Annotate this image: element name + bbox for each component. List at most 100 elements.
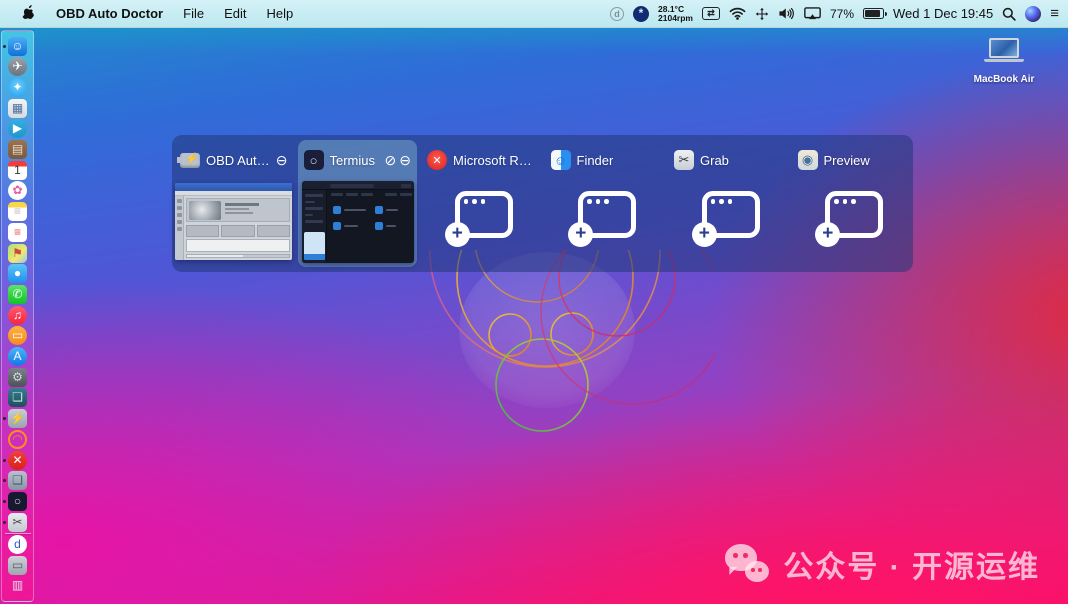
photos-icon: ✿: [8, 181, 27, 200]
app-switcher-panel: ⚡ OBD Auto... ⊖: [172, 135, 913, 272]
grab-icon: ✂: [8, 513, 27, 532]
apple-logo-icon: [22, 5, 36, 22]
dock-item-calendar[interactable]: 1: [7, 160, 29, 180]
switcher-item-obd-auto-doctor[interactable]: ⚡ OBD Auto... ⊖: [172, 135, 296, 272]
display-switch-icon[interactable]: ⇄: [702, 4, 720, 24]
finder-icon: ☺: [551, 150, 571, 170]
battery-percent: 77%: [830, 7, 854, 21]
termius-icon: ○: [304, 150, 324, 170]
running-indicator-dot: [3, 417, 6, 420]
fan-monitor-icon[interactable]: *: [633, 4, 649, 24]
siri-icon[interactable]: [1025, 4, 1041, 24]
dock-item-contacts[interactable]: ▤: [7, 140, 29, 160]
battery-fill: [865, 10, 880, 17]
apple-menu[interactable]: [12, 0, 46, 28]
notification-center-icon[interactable]: ≡: [1050, 5, 1058, 22]
switcher-label: Preview: [824, 153, 870, 168]
switcher-item-preview[interactable]: ◉ Preview +: [790, 135, 914, 272]
desktop-icon-macbook-air[interactable]: MacBook Air: [962, 38, 1046, 85]
menu-help[interactable]: Help: [256, 0, 303, 28]
dock-item-notes[interactable]: ≡: [7, 202, 29, 222]
switcher-label: Termius: [330, 153, 376, 168]
dock-item-books[interactable]: ▭: [7, 326, 29, 346]
dock-item-trash[interactable]: ▥: [7, 576, 29, 596]
dock-item-termius[interactable]: ○: [7, 491, 29, 511]
trash-icon: ▥: [8, 576, 27, 595]
new-window-placeholder-icon[interactable]: +: [455, 191, 513, 238]
dock-item-external-drive[interactable]: ▭: [7, 555, 29, 575]
hide-window-button[interactable]: ⊖: [399, 153, 411, 167]
plus-badge: +: [815, 222, 840, 247]
dock-item-navicat[interactable]: ◠: [7, 429, 29, 449]
app-store-icon: A: [8, 347, 27, 366]
obd-auto-doctor-icon: ⚡: [8, 409, 27, 428]
switcher-item-grab[interactable]: ✂ Grab +: [666, 135, 790, 272]
dock-item-telegram[interactable]: ▶: [7, 119, 29, 139]
watermark-text: 公众号 · 开源运维: [783, 542, 1040, 586]
dock-item-safari[interactable]: ✦: [7, 77, 29, 97]
finder-icon: ☺: [8, 37, 27, 56]
wechat-icon: ✆: [8, 285, 27, 304]
dock-item-remote-screens-app[interactable]: ❏: [7, 471, 29, 491]
termius-window-thumbnail[interactable]: [302, 181, 414, 263]
spotlight-search-icon[interactable]: [1002, 4, 1016, 24]
dock-item-system-preferences[interactable]: ⚙: [7, 367, 29, 387]
dock-item-messages[interactable]: ●: [7, 264, 29, 284]
switcher-item-finder[interactable]: ☺ Finder +: [543, 135, 667, 272]
wechat-icon: [725, 544, 771, 584]
quit-app-button[interactable]: ⊘: [385, 153, 397, 167]
menu-clock[interactable]: Wed 1 Dec 19:45: [893, 6, 993, 21]
preview-icon: ◉: [798, 150, 818, 170]
termius-promo-card: [304, 232, 325, 260]
obd-thumb-titlebar: [175, 183, 292, 191]
dock-item-wechat[interactable]: ✆: [7, 284, 29, 304]
external-drive-icon: ▭: [8, 556, 27, 575]
switcher-label: Finder: [577, 153, 614, 168]
dock-item-reminders[interactable]: ≡: [7, 222, 29, 242]
reminders-icon: ≡: [8, 223, 27, 242]
dock-item-screens-app[interactable]: ❏: [7, 388, 29, 408]
move-arrows-icon[interactable]: [755, 4, 769, 24]
new-window-placeholder-icon[interactable]: +: [578, 191, 636, 238]
dock-item-microsoft-remote-desktop[interactable]: ✕: [7, 450, 29, 470]
dock-item-app-store[interactable]: A: [7, 347, 29, 367]
switcher-label: Grab: [700, 153, 729, 168]
d-circle-app-icon: d: [8, 535, 27, 554]
plus-badge: +: [445, 222, 470, 247]
wifi-icon[interactable]: [729, 4, 746, 24]
battery-icon[interactable]: [863, 4, 884, 24]
music-icon: ♫: [8, 306, 27, 325]
menu-edit[interactable]: Edit: [214, 0, 256, 28]
system-preferences-icon: ⚙: [8, 368, 27, 387]
switcher-label: Microsoft Re...: [453, 153, 535, 168]
menu-file[interactable]: File: [173, 0, 214, 28]
switcher-item-microsoft-remote-desktop[interactable]: ✕ Microsoft Re... +: [419, 135, 543, 272]
volume-icon[interactable]: [778, 4, 795, 24]
dock-item-launchpad[interactable]: ✈: [7, 57, 29, 77]
airplay-display-icon[interactable]: [804, 4, 821, 24]
menu-app-name[interactable]: OBD Auto Doctor: [46, 0, 173, 28]
microsoft-remote-desktop-icon: ✕: [8, 451, 27, 470]
dock-item-grab[interactable]: ✂: [7, 512, 29, 532]
dock-item-finder[interactable]: ☺: [7, 36, 29, 56]
new-window-placeholder-icon[interactable]: +: [702, 191, 760, 238]
obd-thumb-engine-image: [189, 201, 221, 220]
dock-item-music[interactable]: ♫: [7, 305, 29, 325]
hide-window-button[interactable]: ⊖: [276, 153, 288, 167]
circled-d-icon[interactable]: d: [610, 4, 624, 24]
dock-item-obd-auto-doctor[interactable]: ⚡: [7, 409, 29, 429]
menu-bar-left: OBD Auto Doctor File Edit Help: [0, 0, 303, 28]
dock-item-pictures-app[interactable]: ▦: [7, 98, 29, 118]
dock-item-d-circle-app[interactable]: d: [7, 535, 29, 555]
dock-item-maps[interactable]: ⚑: [7, 243, 29, 263]
menu-bar-status: d * 28.1°C 2104rpm ⇄: [610, 4, 1068, 24]
temperature-fan-readout[interactable]: 28.1°C 2104rpm: [658, 4, 693, 24]
plus-badge: +: [692, 222, 717, 247]
telegram-icon: ▶: [8, 119, 27, 138]
obd-window-thumbnail[interactable]: [175, 183, 292, 260]
dock-item-photos[interactable]: ✿: [7, 181, 29, 201]
running-indicator-dot: [3, 521, 6, 524]
switcher-item-termius[interactable]: ○ Termius ⊘ ⊖: [296, 135, 420, 272]
microsoft-remote-desktop-icon: ✕: [427, 150, 447, 170]
new-window-placeholder-icon[interactable]: +: [825, 191, 883, 238]
